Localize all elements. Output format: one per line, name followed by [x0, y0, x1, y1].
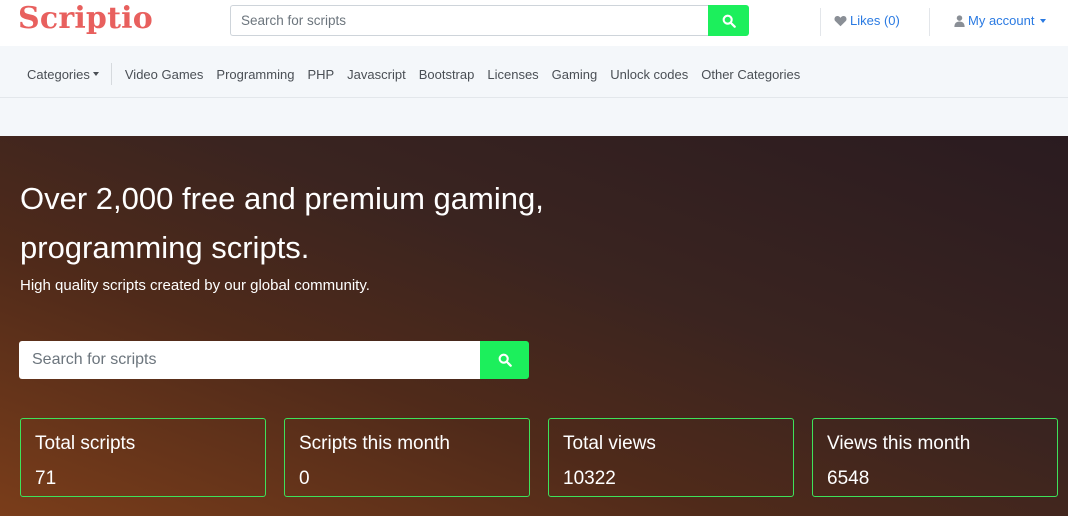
stat-label: Views this month: [827, 433, 971, 454]
likes-link[interactable]: Likes (0): [834, 13, 900, 28]
my-account-dropdown[interactable]: My account: [954, 13, 1047, 28]
stat-card-total-views: Total views 10322: [548, 418, 794, 497]
hero-subtitle: High quality scripts created by our glob…: [20, 277, 370, 294]
header-search-button[interactable]: [708, 5, 749, 36]
user-icon: [954, 14, 965, 27]
hero-search-form: [19, 341, 529, 379]
search-icon: [722, 14, 736, 28]
header-divider: [820, 8, 821, 36]
stat-card-scripts-this-month: Scripts this month 0: [284, 418, 530, 497]
category-link-javascript[interactable]: Javascript: [347, 67, 406, 82]
category-link-gaming[interactable]: Gaming: [552, 67, 598, 82]
stat-value: 0: [299, 468, 310, 489]
header-search-input[interactable]: [230, 5, 708, 36]
category-link-other[interactable]: Other Categories: [701, 67, 800, 82]
chevron-down-icon: [1040, 18, 1047, 23]
heart-icon: [834, 15, 847, 26]
stat-value: 6548: [827, 468, 870, 489]
stat-value: 71: [35, 468, 57, 489]
stat-label: Scripts this month: [299, 433, 450, 454]
top-navbar: Scriptio Likes (0) My account: [0, 0, 1068, 46]
stat-value: 10322: [563, 468, 616, 489]
stat-label: Total views: [563, 433, 656, 454]
header-search-form: [230, 5, 749, 36]
category-link-unlock-codes[interactable]: Unlock codes: [610, 67, 688, 82]
category-divider: [110, 63, 112, 85]
category-link-php[interactable]: PHP: [307, 67, 334, 82]
categories-dropdown-label: Categories: [27, 66, 90, 82]
header-divider: [929, 8, 930, 36]
stat-card-total-scripts: Total scripts 71: [20, 418, 266, 497]
category-link-licenses[interactable]: Licenses: [487, 67, 538, 82]
site-logo[interactable]: Scriptio: [18, 1, 153, 36]
stat-label: Total scripts: [35, 433, 136, 454]
category-link-bootstrap[interactable]: Bootstrap: [419, 67, 475, 82]
category-link-programming[interactable]: Programming: [216, 67, 294, 82]
category-bar: Categories Video Games Programming PHP J…: [0, 46, 1068, 136]
stat-card-views-this-month: Views this month 6548: [812, 418, 1058, 497]
chevron-down-icon: [92, 72, 99, 76]
hero-search-input[interactable]: [19, 341, 480, 379]
category-link-video-games[interactable]: Video Games: [125, 67, 204, 82]
hero-section: Over 2,000 free and premium gaming, prog…: [0, 136, 1068, 516]
account-label: My account: [968, 13, 1035, 28]
hero-search-button[interactable]: [480, 341, 529, 379]
categories-dropdown[interactable]: Categories: [27, 67, 99, 82]
search-icon: [498, 353, 512, 367]
hero-title: Over 2,000 free and premium gaming, prog…: [20, 181, 544, 265]
category-nav: Categories Video Games Programming PHP J…: [27, 63, 813, 85]
likes-label: Likes (0): [850, 13, 900, 28]
category-bar-divider: [0, 97, 1068, 98]
